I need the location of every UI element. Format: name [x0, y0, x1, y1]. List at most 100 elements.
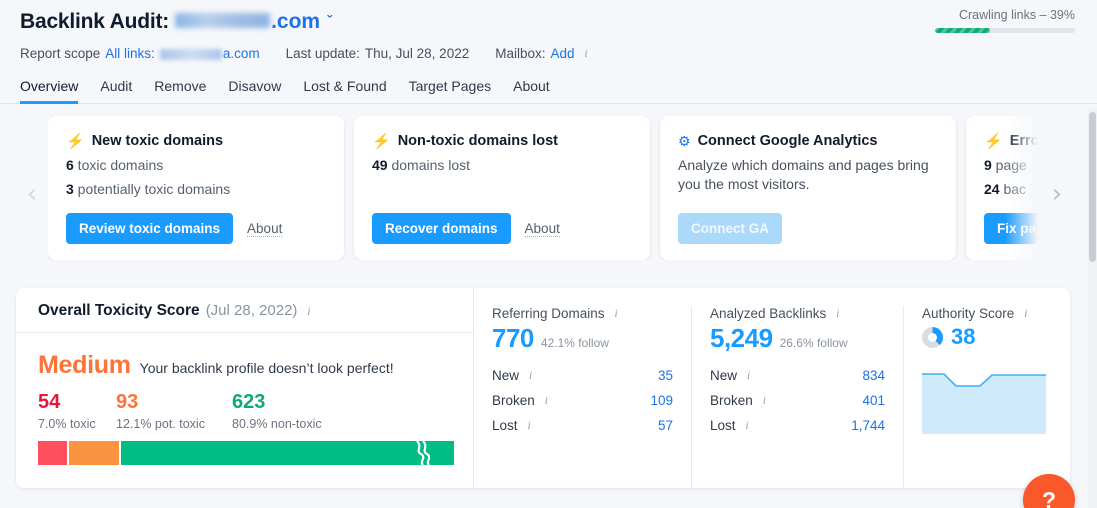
authority-score-stat: Authority Score i 38: [904, 306, 1070, 488]
stat-row-label: Broken i: [492, 393, 553, 408]
stat-row-value[interactable]: 1,744: [851, 418, 885, 433]
tab-about[interactable]: About: [513, 78, 550, 104]
meta-row: Report scope All links: a.com Last updat…: [20, 46, 1077, 61]
analyzed-backlinks-value-row: 5,249 26.6% follow: [710, 323, 885, 354]
card-stat-label: bac: [999, 181, 1027, 197]
bolt-icon: ⚡: [372, 132, 391, 150]
cards-list: ⚡ New toxic domains 6 toxic domains 3 poten…: [48, 116, 1051, 260]
stat-row: Lost i 1,744: [710, 418, 885, 433]
report-scope-domain-suffix: a.com: [222, 46, 260, 61]
carousel-prev-arrow[interactable]: ‹: [20, 174, 44, 214]
info-icon[interactable]: i: [580, 46, 593, 61]
card-stat-line: 3 potentially toxic domains: [66, 181, 326, 197]
crawling-label: Crawling links – 39%: [958, 8, 1075, 22]
referring-domains-rows: New i 35 Broken i 109 Lost i 57: [492, 368, 673, 433]
mailbox: Mailbox: Add i: [495, 46, 592, 61]
cards-carousel: ‹ ⚡ New toxic domains 6 toxic domains 3 pot…: [0, 116, 1097, 276]
mailbox-label: Mailbox:: [495, 46, 546, 61]
stat-row-label: Lost i: [492, 418, 536, 433]
toxicity-segment-label: 12.1% pot. toxic: [116, 417, 205, 431]
stat-row-value[interactable]: 401: [862, 393, 885, 408]
info-icon[interactable]: i: [741, 418, 754, 433]
analyzed-backlinks-value[interactable]: 5,249: [710, 323, 773, 354]
toxicity-heading: Overall Toxicity Score: [38, 302, 200, 319]
last-update-value: Thu, Jul 28, 2022: [364, 46, 470, 61]
toxicity-bar: [38, 441, 454, 465]
tab-overview[interactable]: Overview: [20, 78, 79, 104]
stat-row: New i 834: [710, 368, 885, 383]
verdict-row: Medium Your backlink profile doesn’t loo…: [38, 351, 451, 380]
mailbox-add-link[interactable]: Add: [551, 46, 575, 61]
scrollbar-thumb[interactable]: [1089, 112, 1096, 262]
card-header: ⚡ Errors i: [984, 133, 1051, 149]
report-scope-domain[interactable]: a.com: [159, 46, 260, 61]
card-action-button[interactable]: Review toxic domains: [66, 213, 234, 244]
info-icon[interactable]: i: [742, 368, 755, 383]
info-icon[interactable]: i: [610, 306, 623, 321]
stat-row-label-text: Broken: [710, 393, 753, 408]
toxicity-bar-segment: [120, 441, 454, 465]
card-stat-number: 9: [984, 157, 992, 173]
stat-row-value[interactable]: 57: [658, 418, 673, 433]
toxicity-segment-value: 54: [38, 391, 61, 413]
report-scope-value[interactable]: All links:: [105, 46, 155, 61]
carousel-card: ⚡ Errors i 9 page 24 bac Fix pa: [966, 116, 1051, 260]
vertical-scrollbar[interactable]: [1088, 108, 1097, 508]
stat-row-value[interactable]: 35: [658, 368, 673, 383]
last-update-label: Last update:: [285, 46, 360, 61]
last-update: Last update: Thu, Jul 28, 2022: [286, 46, 470, 61]
card-stat-number: 6: [66, 157, 74, 173]
info-icon[interactable]: i: [524, 368, 537, 383]
analyzed-backlinks-title: Analyzed Backlinks i: [710, 306, 885, 321]
card-description: Analyze which domains and pages bring yo…: [678, 157, 929, 192]
card-about-link[interactable]: About: [247, 221, 283, 237]
crawling-progress-fill: [935, 28, 990, 33]
card-header: ⚙ Connect Google Analytics: [678, 133, 938, 149]
toxicity-verdict: Medium: [38, 351, 131, 379]
stat-row-label: New i: [492, 368, 537, 383]
info-icon[interactable]: i: [758, 393, 771, 408]
tab-target-pages[interactable]: Target Pages: [409, 78, 492, 104]
tab-disavow[interactable]: Disavow: [228, 78, 281, 104]
toxicity-header: Overall Toxicity Score (Jul 28, 2022) i: [16, 288, 473, 333]
tab-lost-found[interactable]: Lost & Found: [303, 78, 386, 104]
carousel-next-arrow[interactable]: ›: [1045, 174, 1069, 214]
title-row: Backlink Audit: .com ˇ: [20, 10, 1077, 34]
card-stat-line: 6 toxic domains: [66, 157, 326, 173]
chevron-down-icon[interactable]: ˇ: [327, 13, 332, 30]
toxicity-segment-value: 623: [232, 391, 266, 413]
toxicity-segment-label: 80.9% non-toxic: [232, 417, 322, 431]
card-about-link[interactable]: About: [524, 221, 560, 237]
stat-row-label-text: Lost: [492, 418, 518, 433]
tab-remove[interactable]: Remove: [154, 78, 206, 104]
stat-row-label-text: Broken: [492, 393, 535, 408]
stat-row-value[interactable]: 834: [862, 368, 885, 383]
stat-row: Broken i 401: [710, 393, 885, 408]
stat-row-label-text: Lost: [710, 418, 736, 433]
carousel-card: ⚙ Connect Google Analytics Analyze which d…: [660, 116, 956, 260]
backlink-audit-page: Backlink Audit: .com ˇ Report scope All …: [0, 0, 1097, 508]
domain-selector[interactable]: .com ˇ: [174, 10, 332, 34]
referring-domains-value[interactable]: 770: [492, 323, 534, 354]
tab-audit[interactable]: Audit: [100, 78, 132, 104]
page-header: Backlink Audit: .com ˇ Report scope All …: [0, 0, 1097, 61]
card-actions: Fix pa: [984, 213, 1050, 244]
stat-row-value[interactable]: 109: [650, 393, 673, 408]
info-icon[interactable]: i: [540, 393, 553, 408]
card-action-button[interactable]: Recover domains: [372, 213, 511, 244]
domain-suffix: .com: [271, 10, 321, 33]
toxicity-score-card: Overall Toxicity Score (Jul 28, 2022) i …: [16, 288, 474, 488]
info-icon[interactable]: i: [523, 418, 536, 433]
stat-row-label: Broken i: [710, 393, 771, 408]
toxicity-segment-value: 93: [116, 391, 139, 413]
info-icon[interactable]: i: [831, 306, 844, 321]
card-stat-number: 24: [984, 181, 1000, 197]
stat-title-text: Analyzed Backlinks: [710, 306, 827, 321]
stat-row-label-text: New: [710, 368, 738, 383]
info-icon[interactable]: i: [1019, 306, 1032, 321]
toxicity-message: Your backlink profile doesn’t look perfe…: [139, 360, 394, 376]
toxicity-segment-stat: 623 80.9% non-toxic: [232, 391, 352, 431]
info-icon[interactable]: i: [302, 304, 315, 319]
stat-title-text: Referring Domains: [492, 306, 605, 321]
card-action-button[interactable]: Fix pa: [984, 213, 1050, 244]
